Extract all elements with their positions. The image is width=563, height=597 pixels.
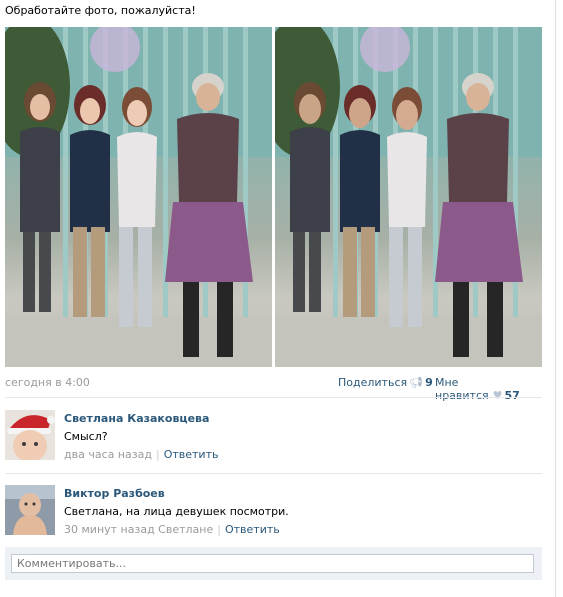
like-button[interactable]: Мне нравится ♥ 57 [435,376,536,402]
reply-link[interactable]: Ответить [225,523,280,536]
post-text: Обработайте фото, пожалуйста! [5,4,196,17]
post-photo-original[interactable] [5,27,272,367]
megaphone-icon: 📢︎ [409,376,424,389]
post-meta-row: сегодня в 4:00 Поделиться 📢︎ 9 Мне нравитс… [5,376,536,402]
comment-item: Виктор Разбоев Светлана, на лица девушек… [5,485,542,545]
comment-author[interactable]: Светлана Казаковцева [64,412,209,425]
divider [5,397,542,398]
comment-text: Смысл? [64,430,108,443]
page-border [555,0,556,597]
like-label: Мне нравится [435,376,489,402]
share-count: 9 [425,376,433,389]
comment-meta: два часа назад | Ответить [64,448,218,461]
avatar-image [5,485,55,535]
share-button[interactable]: Поделиться 📢︎ 9 [338,376,433,389]
post-date[interactable]: сегодня в 4:00 [5,376,90,389]
comment-author[interactable]: Виктор Разбоев [64,487,165,500]
comment-text: Светлана, на лица девушек посмотри. [64,505,289,518]
photo-illustration [5,27,272,367]
avatar[interactable] [5,485,55,535]
comment-compose-box [5,547,542,580]
comment-time[interactable]: два часа назад [64,448,152,461]
comment-input[interactable] [11,554,534,573]
avatar-image [5,410,55,460]
reply-link[interactable]: Ответить [164,448,219,461]
meta-divider: | [217,523,221,536]
share-label: Поделиться [338,376,408,389]
avatar[interactable] [5,410,55,460]
divider [5,473,542,474]
like-count: 57 [504,389,520,402]
post-photo-edited[interactable] [275,27,542,367]
comment-meta: 30 минут назад Светлане | Ответить [64,523,280,536]
comment-time[interactable]: 30 минут назад Светлане [64,523,213,536]
meta-divider: | [155,448,160,461]
photo-illustration [275,27,542,367]
comment-item: Светлана Казаковцева Смысл? два часа наз… [5,410,542,470]
heart-icon: ♥ [492,389,503,402]
